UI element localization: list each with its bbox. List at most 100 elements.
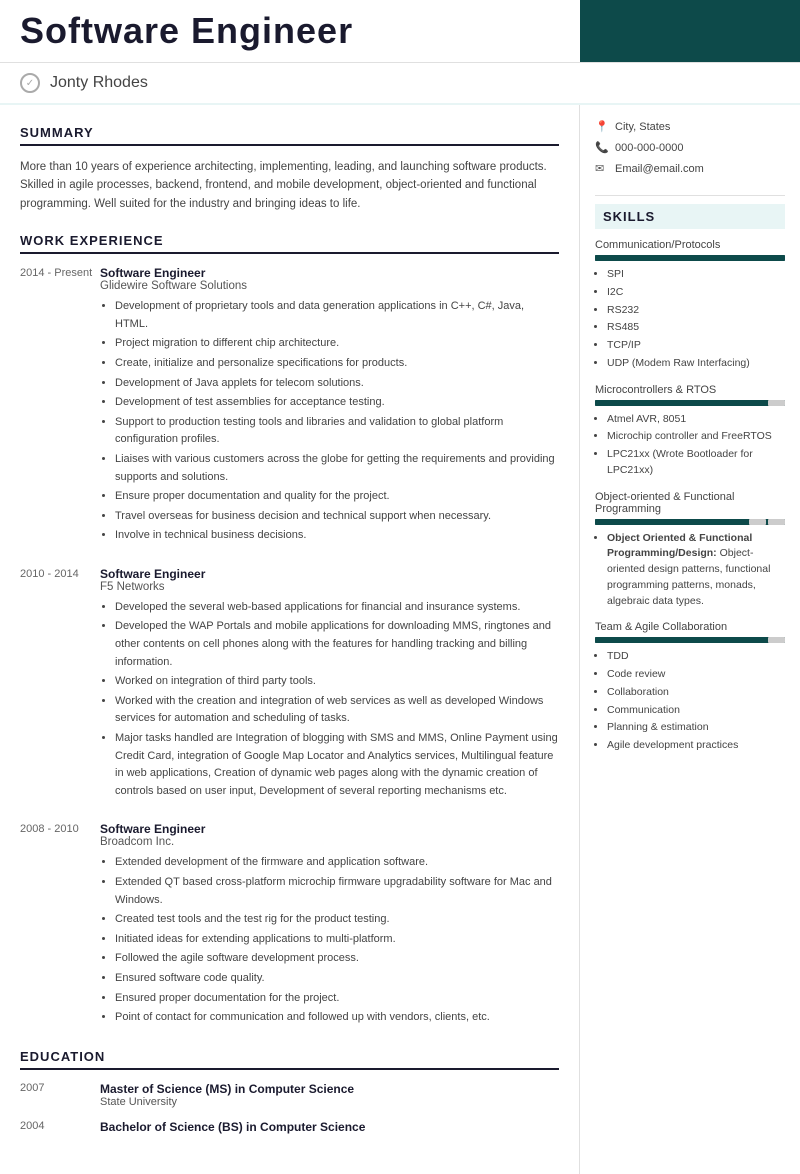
edu-entry-2: 2004 Bachelor of Science (BS) in Compute… bbox=[20, 1120, 559, 1134]
location-text: City, States bbox=[615, 121, 670, 133]
skill-bar-segment bbox=[691, 400, 708, 406]
list-item: Code review bbox=[607, 667, 785, 683]
skill-bar-segment bbox=[749, 255, 766, 261]
list-item: Extended QT based cross-platform microch… bbox=[115, 874, 559, 909]
page-title: Software Engineer bbox=[20, 10, 560, 52]
skill-list-1: SPI I2C RS232 RS485 TCP/IP UDP (Modem Ra… bbox=[595, 267, 785, 372]
edu-school-1: State University bbox=[100, 1096, 559, 1108]
list-item: Initiated ideas for extending applicatio… bbox=[115, 931, 559, 949]
skill-bar-segment bbox=[595, 255, 612, 261]
skill-bar-segment bbox=[691, 255, 708, 261]
skill-bar-segment bbox=[749, 637, 766, 643]
education-section: EDUCATION 2007 Master of Science (MS) in… bbox=[20, 1049, 559, 1134]
job-entry-2: 2010 - 2014 Software Engineer F5 Network… bbox=[20, 567, 559, 803]
skill-bar-empty bbox=[768, 400, 785, 406]
skill-bar-segment bbox=[595, 637, 612, 643]
list-item: I2C bbox=[607, 285, 785, 301]
list-item: Development of proprietary tools and dat… bbox=[115, 298, 559, 333]
candidate-name: Jonty Rhodes bbox=[50, 74, 148, 92]
skill-bar-empty bbox=[749, 519, 766, 525]
job-bullets-2: Developed the several web-based applicat… bbox=[100, 599, 559, 801]
divider bbox=[595, 195, 785, 196]
list-item: Worked with the creation and integration… bbox=[115, 693, 559, 728]
page-header: Software Engineer bbox=[0, 0, 800, 63]
edu-year-1: 2007 bbox=[20, 1082, 100, 1108]
skill-category-title-1: Communication/Protocols bbox=[595, 239, 785, 251]
list-item: Ensured software code quality. bbox=[115, 970, 559, 988]
job-title-3: Software Engineer bbox=[100, 822, 559, 836]
list-item: Travel overseas for business decision an… bbox=[115, 508, 559, 526]
contact-email: ✉ Email@email.com bbox=[595, 162, 785, 175]
skill-bar-segment bbox=[729, 519, 746, 525]
right-column: 📍 City, States 📞 000-000-0000 ✉ Email@em… bbox=[580, 105, 800, 1174]
skill-bar-segment bbox=[691, 519, 708, 525]
summary-section: SUMMARY More than 10 years of experience… bbox=[20, 125, 559, 213]
skill-bar-segment bbox=[633, 637, 650, 643]
skill-bar-segment bbox=[614, 400, 631, 406]
skill-bar-1 bbox=[595, 255, 785, 261]
skill-bar-segment bbox=[691, 637, 708, 643]
skill-category-microcontrollers: Microcontrollers & RTOS Atmel AVR, 8051 … bbox=[595, 384, 785, 479]
skill-category-title-2: Microcontrollers & RTOS bbox=[595, 384, 785, 396]
skill-category-title-4: Team & Agile Collaboration bbox=[595, 621, 785, 633]
skill-bar-segment bbox=[653, 637, 670, 643]
skill-bar-4 bbox=[595, 637, 785, 643]
skill-list-3: Object Oriented & Functional Programming… bbox=[595, 531, 785, 610]
skill-bar-segment bbox=[633, 255, 650, 261]
skill-bar-2 bbox=[595, 400, 785, 406]
job-title-1: Software Engineer bbox=[100, 266, 559, 280]
list-item: Major tasks handled are Integration of b… bbox=[115, 730, 559, 800]
edu-details-1: Master of Science (MS) in Computer Scien… bbox=[100, 1082, 559, 1108]
location-icon: 📍 bbox=[595, 120, 609, 133]
skill-category-agile: Team & Agile Collaboration TDD Code revi… bbox=[595, 621, 785, 754]
education-title: EDUCATION bbox=[20, 1049, 559, 1070]
skill-bar-segment bbox=[672, 519, 689, 525]
list-item: Planning & estimation bbox=[607, 720, 785, 736]
job-entry-1: 2014 - Present Software Engineer Glidewi… bbox=[20, 266, 559, 547]
skill-bar-segment bbox=[729, 400, 746, 406]
list-item: Collaboration bbox=[607, 685, 785, 701]
skill-category-title-3: Object-oriented & Functional Programming bbox=[595, 491, 785, 515]
header-title-area: Software Engineer bbox=[0, 0, 580, 62]
skills-section: SKILLS Communication/Protocols bbox=[595, 204, 785, 754]
skill-bar-segment bbox=[653, 255, 670, 261]
skill-bar-segment bbox=[710, 637, 727, 643]
skill-bar-segment bbox=[672, 400, 689, 406]
skill-bar-segment bbox=[672, 637, 689, 643]
list-item: RS232 bbox=[607, 303, 785, 319]
list-item: Ensure proper documentation and quality … bbox=[115, 488, 559, 506]
email-icon: ✉ bbox=[595, 162, 609, 175]
list-item: Development of test assemblies for accep… bbox=[115, 394, 559, 412]
phone-icon: 📞 bbox=[595, 141, 609, 154]
list-item: UDP (Modem Raw Interfacing) bbox=[607, 356, 785, 372]
skill-bar-segment bbox=[768, 255, 785, 261]
job-details-2: Software Engineer F5 Networks Developed … bbox=[100, 567, 559, 803]
work-experience-section: WORK EXPERIENCE 2014 - Present Software … bbox=[20, 233, 559, 1029]
skill-bar-segment bbox=[614, 637, 631, 643]
job-dates-1: 2014 - Present bbox=[20, 266, 100, 547]
job-company-2: F5 Networks bbox=[100, 581, 559, 593]
job-details-3: Software Engineer Broadcom Inc. Extended… bbox=[100, 822, 559, 1028]
skill-bar-segment bbox=[614, 519, 631, 525]
skill-list-4: TDD Code review Collaboration Communicat… bbox=[595, 649, 785, 754]
contact-info: 📍 City, States 📞 000-000-0000 ✉ Email@em… bbox=[595, 120, 785, 175]
skill-bar-segment bbox=[672, 255, 689, 261]
profile-icon: ✓ bbox=[20, 73, 40, 93]
list-item: Involve in technical business decisions. bbox=[115, 527, 559, 545]
list-item: Liaises with various customers across th… bbox=[115, 451, 559, 486]
skill-bar-segment bbox=[614, 255, 631, 261]
skill-category-oop: Object-oriented & Functional Programming… bbox=[595, 491, 785, 610]
skill-bar-segment bbox=[653, 400, 670, 406]
list-item: Development of Java applets for telecom … bbox=[115, 375, 559, 393]
skill-bar-3 bbox=[595, 519, 785, 525]
skill-bar-segment bbox=[729, 637, 746, 643]
job-title-2: Software Engineer bbox=[100, 567, 559, 581]
header-accent-block bbox=[580, 0, 800, 62]
list-item: Microchip controller and FreeRTOS bbox=[607, 429, 785, 445]
job-company-3: Broadcom Inc. bbox=[100, 836, 559, 848]
skill-list-2: Atmel AVR, 8051 Microchip controller and… bbox=[595, 412, 785, 479]
list-item: Followed the agile software development … bbox=[115, 950, 559, 968]
contact-location: 📍 City, States bbox=[595, 120, 785, 133]
email-text: Email@email.com bbox=[615, 163, 704, 175]
edu-details-2: Bachelor of Science (BS) in Computer Sci… bbox=[100, 1120, 559, 1134]
